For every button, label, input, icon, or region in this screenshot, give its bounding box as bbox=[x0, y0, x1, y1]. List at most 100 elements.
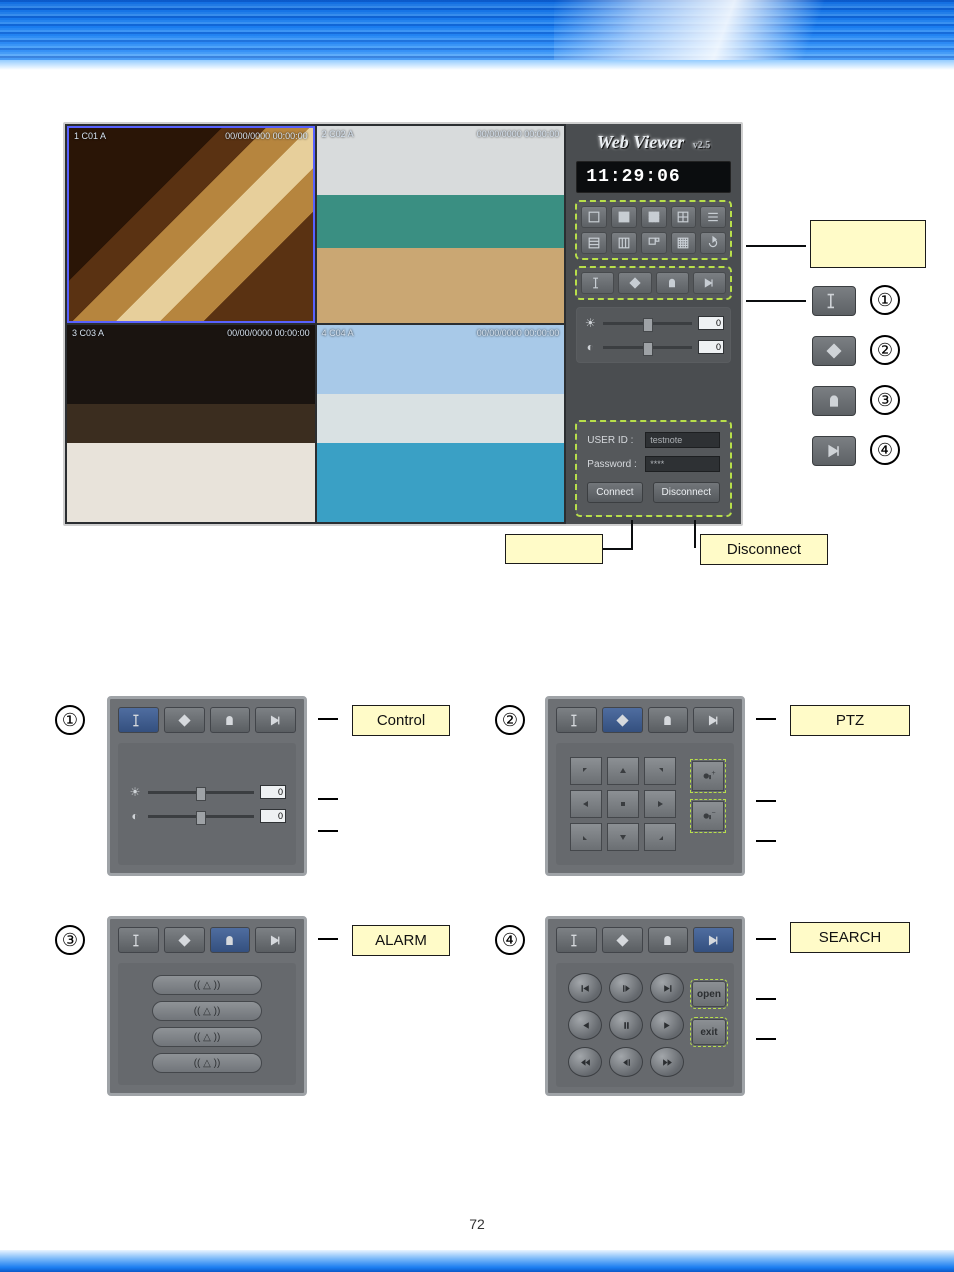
layout-3x3-button[interactable] bbox=[641, 206, 667, 228]
panel-2-tab-control[interactable] bbox=[556, 707, 597, 733]
leader-tick bbox=[318, 718, 338, 720]
tab-alarm-button[interactable] bbox=[656, 272, 689, 294]
connect-button[interactable]: Connect bbox=[587, 482, 642, 503]
panel-3-tab-control[interactable] bbox=[118, 927, 159, 953]
panel-control: ☀0 ◐0 bbox=[107, 696, 307, 876]
viewer-version: v2.5 bbox=[693, 140, 711, 151]
panel-4-tab-search[interactable] bbox=[693, 927, 734, 953]
panel-alarm: (( △ )) (( △ )) (( △ )) (( △ )) bbox=[107, 916, 307, 1096]
ptz-down-right[interactable] bbox=[644, 823, 676, 851]
play-rew[interactable] bbox=[568, 1010, 602, 1040]
panel-2-tab-alarm[interactable] bbox=[648, 707, 689, 733]
play-first[interactable] bbox=[568, 973, 602, 1003]
screen-division-row-1 bbox=[576, 201, 731, 259]
legend-num-4: ④ bbox=[870, 435, 900, 465]
play-fwd[interactable] bbox=[650, 1010, 684, 1040]
panel-1-brightness-slider[interactable] bbox=[148, 791, 254, 794]
feed-2-osd-right: 00/00/0000 00:00:00 bbox=[477, 129, 560, 139]
layout-2x2-button[interactable] bbox=[611, 206, 637, 228]
alarm-item-4[interactable]: (( △ )) bbox=[152, 1053, 262, 1073]
ptz-up-right[interactable] bbox=[644, 757, 676, 785]
play-step-back[interactable] bbox=[609, 1047, 643, 1077]
panel-1-tab-ptz[interactable] bbox=[164, 707, 205, 733]
ptz-down[interactable] bbox=[607, 823, 639, 851]
layout-6a-button[interactable] bbox=[581, 232, 607, 254]
web-viewer-window: 1 C01 A 00/00/0000 00:00:00 2 C02 A 00/0… bbox=[63, 122, 743, 526]
ptz-zoom-in[interactable]: + bbox=[692, 761, 724, 791]
layout-8-button[interactable] bbox=[641, 232, 667, 254]
top-banner bbox=[0, 0, 954, 70]
user-id-field[interactable]: testnote bbox=[645, 432, 720, 448]
ptz-stop[interactable] bbox=[607, 790, 639, 818]
ptz-zoom-out[interactable]: − bbox=[692, 801, 724, 831]
layout-16-button[interactable] bbox=[671, 232, 697, 254]
panel-1-brightness-value: 0 bbox=[260, 785, 286, 799]
viewer-side-panel: Web Viewer v2.5 11:29:06 ☀ bbox=[566, 124, 741, 524]
panel-2-tabs bbox=[556, 707, 734, 733]
panel-4-tab-alarm[interactable] bbox=[648, 927, 689, 953]
alarm-item-2[interactable]: (( △ )) bbox=[152, 1001, 262, 1021]
panel-2-tab-ptz[interactable] bbox=[602, 707, 643, 733]
play-fast-fwd[interactable] bbox=[650, 1047, 684, 1077]
contrast-slider[interactable] bbox=[603, 346, 692, 349]
tab-ptz-button[interactable] bbox=[618, 272, 651, 294]
panel-3-tab-ptz[interactable] bbox=[164, 927, 205, 953]
ptz-down-left[interactable] bbox=[570, 823, 602, 851]
panel-3-tab-alarm[interactable] bbox=[210, 927, 251, 953]
panel-2-tab-search[interactable] bbox=[693, 707, 734, 733]
ptz-up[interactable] bbox=[607, 757, 639, 785]
layout-4x4-button[interactable] bbox=[671, 206, 697, 228]
camera-feed-1[interactable]: 1 C01 A 00/00/0000 00:00:00 bbox=[67, 126, 315, 323]
leader-line bbox=[694, 520, 696, 548]
layout-6b-button[interactable] bbox=[611, 232, 637, 254]
panel-3-tab-search[interactable] bbox=[255, 927, 296, 953]
ptz-right[interactable] bbox=[644, 790, 676, 818]
ptz-left[interactable] bbox=[570, 790, 602, 818]
panel-search: open exit bbox=[545, 916, 745, 1096]
camera-feed-3[interactable]: 3 C03 A 00/00/0000 00:00:00 bbox=[67, 325, 315, 522]
viewer-title-text: Web Viewer bbox=[597, 132, 684, 152]
leader-tick bbox=[756, 718, 776, 720]
panel-1-tab-alarm[interactable] bbox=[210, 707, 251, 733]
legend-icon-search bbox=[812, 436, 856, 466]
panel-3-body: (( △ )) (( △ )) (( △ )) (( △ )) bbox=[118, 963, 296, 1085]
panel-1-tab-control[interactable] bbox=[118, 707, 159, 733]
playback-exit[interactable]: exit bbox=[692, 1019, 726, 1045]
password-label: Password : bbox=[587, 459, 637, 470]
camera-feed-2[interactable]: 2 C02 A 00/00/0000 00:00:00 bbox=[317, 126, 565, 323]
panel-1-tabs bbox=[118, 707, 296, 733]
password-field[interactable]: **** bbox=[645, 456, 720, 472]
brightness-slider[interactable] bbox=[603, 322, 692, 325]
tab-search-button[interactable] bbox=[693, 272, 726, 294]
play-fast-rew[interactable] bbox=[568, 1047, 602, 1077]
play-pause[interactable] bbox=[609, 1010, 643, 1040]
play-last[interactable] bbox=[650, 973, 684, 1003]
panel-4-tab-ptz[interactable] bbox=[602, 927, 643, 953]
feed-3-osd-left: 3 C03 A bbox=[72, 328, 104, 338]
login-buttons: Connect Disconnect bbox=[587, 482, 720, 503]
legend-icon-ptz bbox=[812, 336, 856, 366]
alarm-item-3[interactable]: (( △ )) bbox=[152, 1027, 262, 1047]
disconnect-button[interactable]: Disconnect bbox=[653, 482, 720, 503]
panel-4-num: ④ bbox=[495, 925, 525, 955]
camera-feed-4[interactable]: 4 C04 A 00/00/0000 00:00:00 bbox=[317, 325, 565, 522]
panel-1-tab-search[interactable] bbox=[255, 707, 296, 733]
panel-1-contrast-slider[interactable] bbox=[148, 815, 254, 818]
alarm-item-1[interactable]: (( △ )) bbox=[152, 975, 262, 995]
play-step-fwd[interactable] bbox=[609, 973, 643, 1003]
layout-list-button[interactable] bbox=[700, 206, 726, 228]
control-tabs-row bbox=[576, 267, 731, 299]
tab-control-button[interactable] bbox=[581, 272, 614, 294]
leader-tick bbox=[318, 830, 338, 832]
layout-sequence-button[interactable] bbox=[700, 232, 726, 254]
panel-4-tab-control[interactable] bbox=[556, 927, 597, 953]
playback-open[interactable]: open bbox=[692, 981, 726, 1007]
leader-tick bbox=[756, 800, 776, 802]
ptz-zoom-column: + − bbox=[692, 761, 724, 831]
layout-1x1-button[interactable] bbox=[581, 206, 607, 228]
callout-connect bbox=[505, 534, 603, 564]
callout-disconnect: Disconnect bbox=[700, 534, 828, 565]
contrast-slider-row: ◐ 0 bbox=[583, 340, 724, 354]
viewer-clock: 11:29:06 bbox=[576, 161, 731, 193]
ptz-up-left[interactable] bbox=[570, 757, 602, 785]
